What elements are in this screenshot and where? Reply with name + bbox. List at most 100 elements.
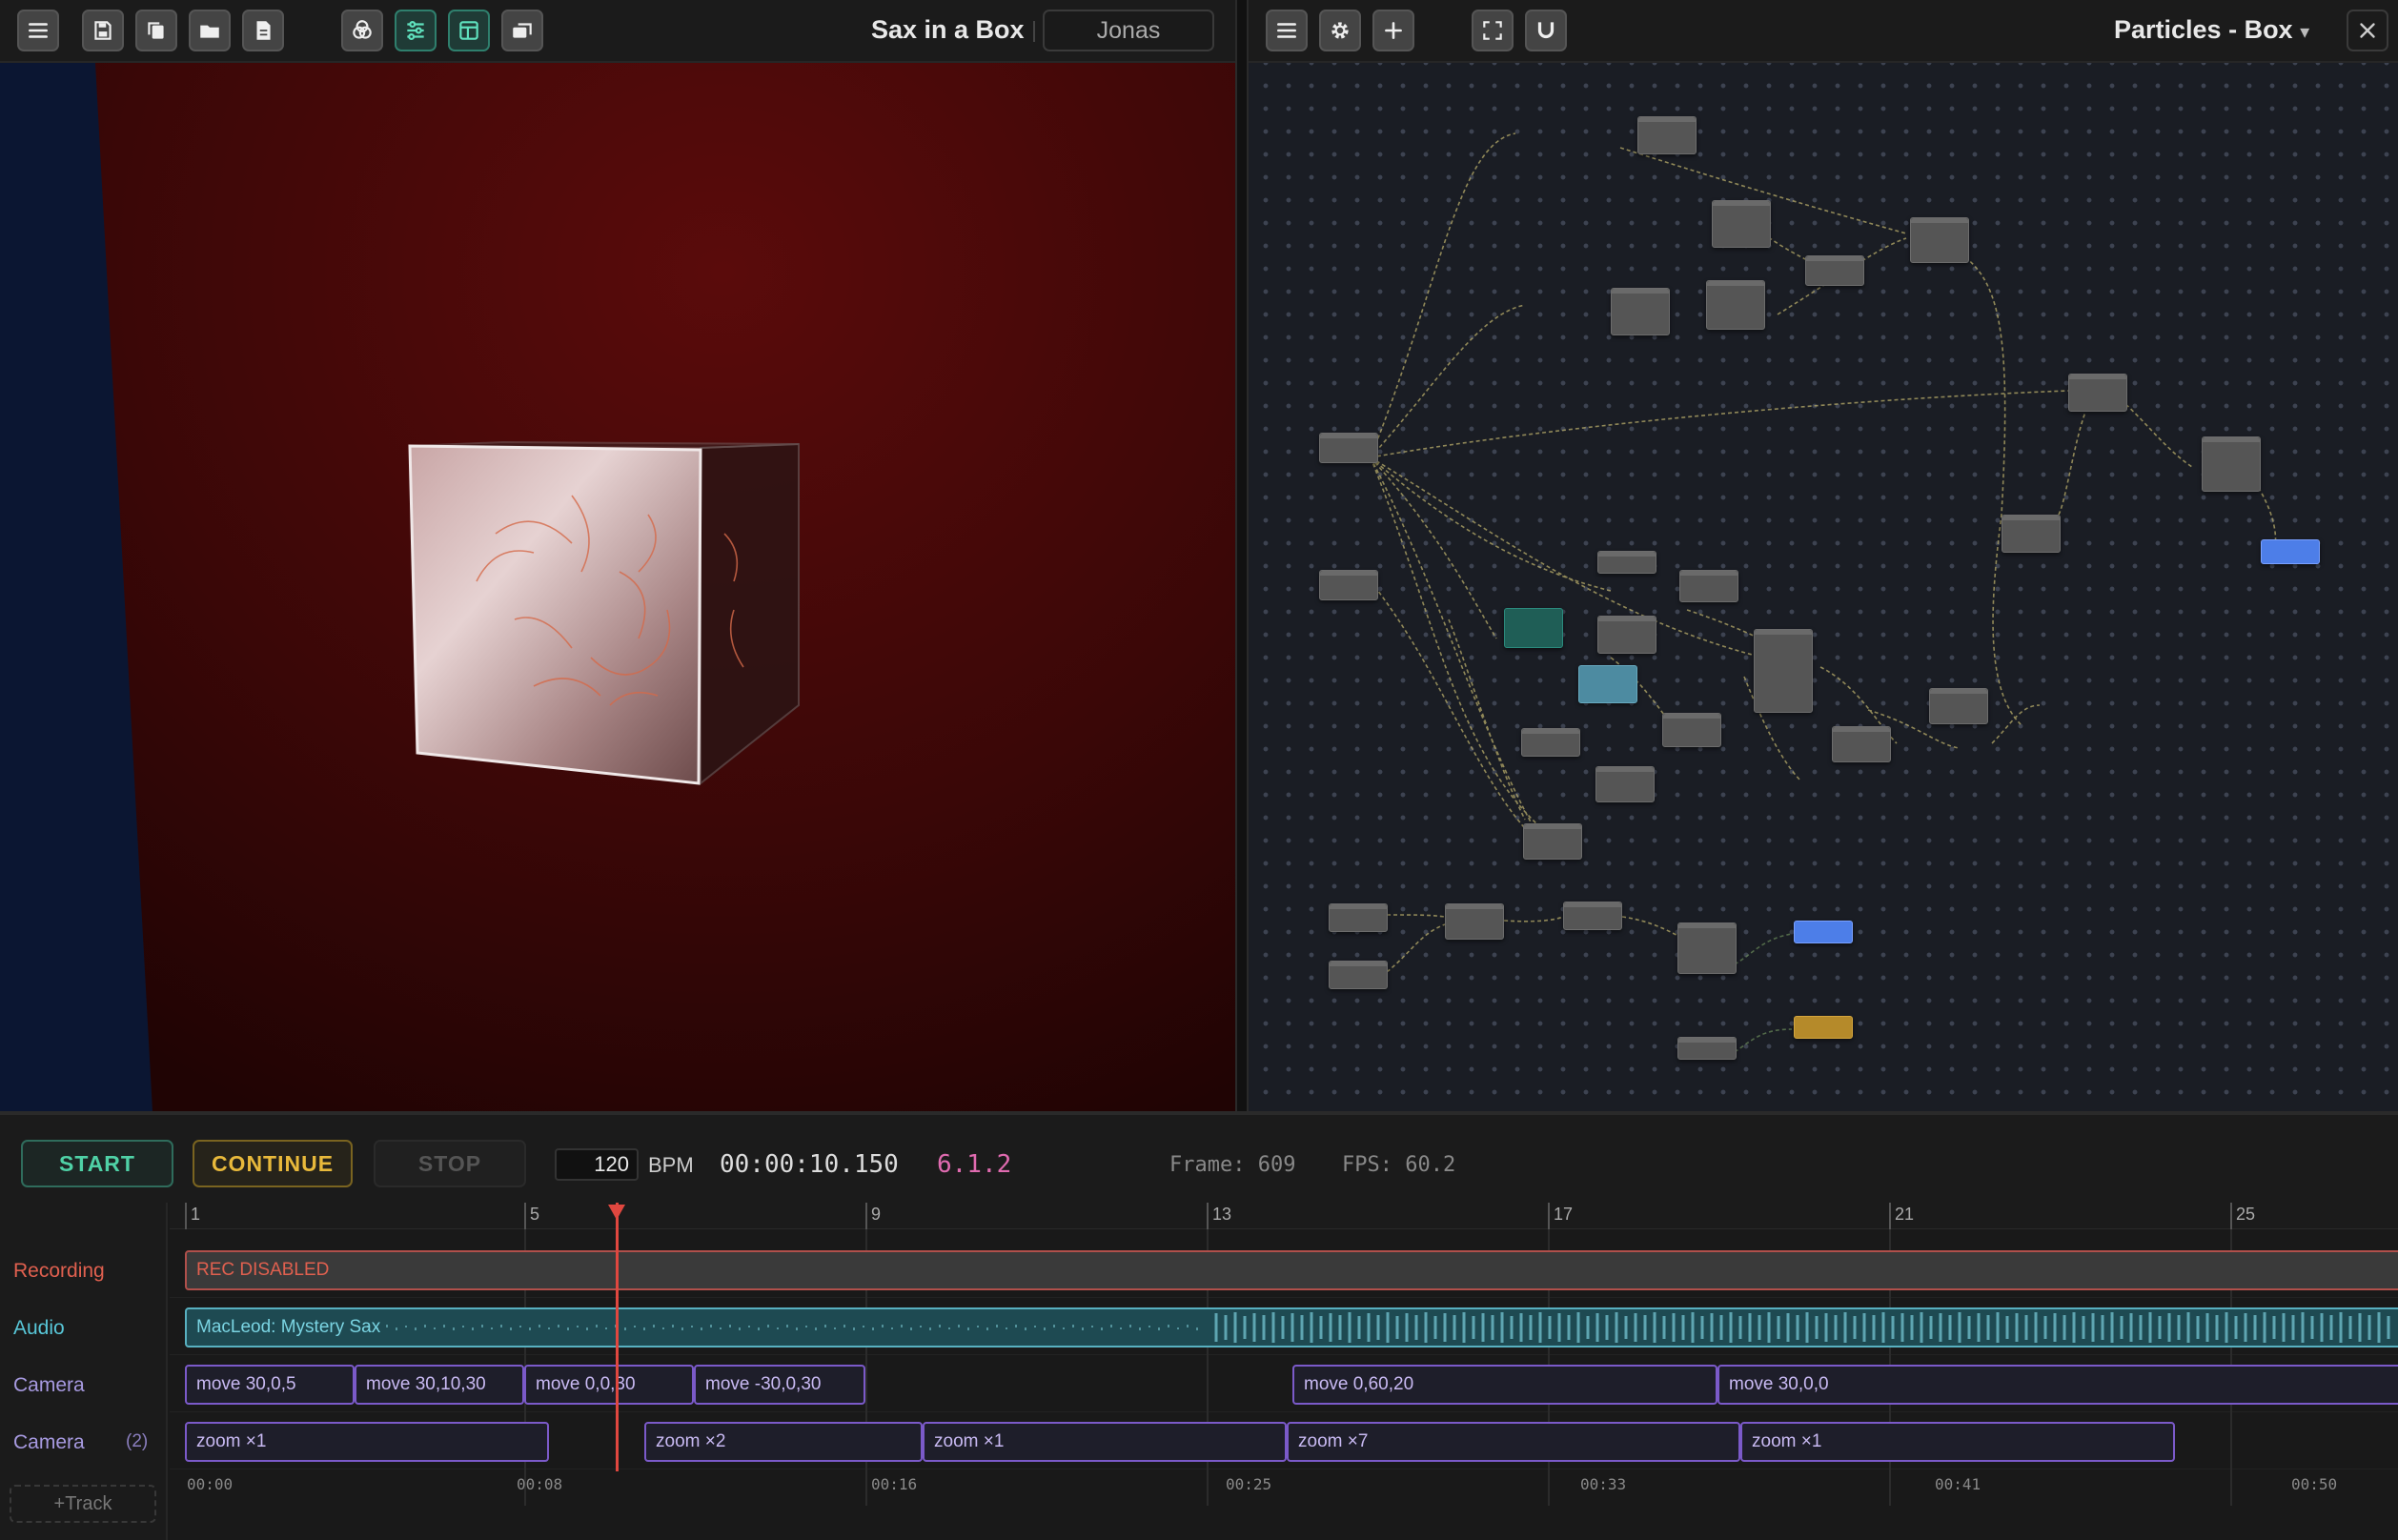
graph-node[interactable]	[2202, 436, 2261, 492]
graph-node[interactable]	[1677, 1037, 1737, 1060]
graph-node[interactable]	[1595, 766, 1655, 802]
zoom-clip[interactable]: zoom ×1	[185, 1422, 549, 1462]
pane-divider[interactable]	[1235, 0, 1249, 1111]
graph-node[interactable]	[1319, 570, 1378, 600]
gear-icon	[1331, 22, 1349, 39]
recording-clip[interactable]: REC DISABLED	[185, 1250, 2398, 1290]
graph-node[interactable]	[1523, 823, 1582, 860]
bpm-input[interactable]	[555, 1148, 639, 1181]
graph-menu-button[interactable]	[1266, 10, 1308, 51]
menu-button[interactable]	[17, 10, 59, 51]
graph-node[interactable]	[1319, 433, 1378, 463]
fit-view-button[interactable]	[1472, 10, 1514, 51]
zoom-clip[interactable]: zoom ×2	[644, 1422, 923, 1462]
ruler-label: 5	[530, 1205, 540, 1224]
ruler-tick	[185, 1203, 187, 1229]
timeline-ruler[interactable]	[170, 1203, 2398, 1229]
fullscreen-icon	[1483, 21, 1502, 40]
duplicate-button[interactable]	[135, 10, 177, 51]
ruler-label: 13	[1212, 1205, 1232, 1224]
graph-title[interactable]: Particles - Box ▾	[2114, 15, 2309, 45]
user-field[interactable]: Jonas	[1043, 10, 1214, 51]
timecode-label: 00:08	[517, 1475, 563, 1493]
document-icon	[256, 21, 271, 40]
save-icon	[94, 21, 112, 40]
graph-node[interactable]	[1677, 922, 1737, 974]
save-button[interactable]	[82, 10, 124, 51]
inspector-button[interactable]	[341, 10, 383, 51]
add-node-button[interactable]	[1372, 10, 1414, 51]
graph-node[interactable]	[1578, 665, 1637, 703]
graph-node[interactable]	[1712, 200, 1771, 248]
graph-settings-button[interactable]	[1319, 10, 1361, 51]
playhead-handle[interactable]	[608, 1205, 625, 1220]
graph-node[interactable]	[1611, 288, 1670, 335]
graph-output-node[interactable]	[2261, 539, 2320, 564]
plus-icon	[1385, 22, 1402, 39]
track-label-text: Camera	[13, 1431, 85, 1453]
open-button[interactable]	[189, 10, 231, 51]
scene-render	[0, 0, 1235, 1111]
graph-node[interactable]	[1910, 217, 1969, 263]
zoom-clip[interactable]: zoom ×7	[1287, 1422, 1740, 1462]
graph-node[interactable]	[1329, 903, 1388, 932]
camera-clip[interactable]: move 0,0,30	[524, 1365, 694, 1405]
graph-node[interactable]	[1563, 902, 1622, 930]
graph-node[interactable]	[1521, 728, 1580, 757]
graph-node[interactable]	[1832, 726, 1891, 762]
graph-wires	[1370, 132, 2277, 1053]
graph-node[interactable]	[1597, 551, 1656, 574]
start-button[interactable]: START	[21, 1140, 173, 1187]
stop-button[interactable]: STOP	[374, 1140, 526, 1187]
frame-readout: Frame: 609	[1169, 1153, 1296, 1177]
audio-clip[interactable]: MacLeod: Mystery Sax	[185, 1307, 2398, 1348]
graph-node[interactable]	[1597, 616, 1656, 654]
camera-clip[interactable]: move 30,0,0	[1717, 1365, 2398, 1405]
graph-node[interactable]	[2002, 515, 2061, 553]
graph-node[interactable]	[1679, 570, 1738, 602]
graph-node[interactable]	[1504, 608, 1563, 648]
zoom-clip[interactable]: zoom ×1	[923, 1422, 1287, 1462]
layout-button[interactable]	[448, 10, 490, 51]
graph-node[interactable]	[1445, 903, 1504, 940]
close-graph-button[interactable]	[2347, 10, 2388, 51]
track-label-recording[interactable]: Recording	[13, 1260, 105, 1283]
time-readout: 00:00:10.150	[720, 1150, 899, 1179]
new-button[interactable]	[242, 10, 284, 51]
graph-node[interactable]	[1329, 961, 1388, 989]
graph-node[interactable]	[1662, 713, 1721, 747]
graph-node[interactable]	[1706, 280, 1765, 330]
graph-node[interactable]	[1929, 688, 1988, 724]
graph-output-node[interactable]	[1794, 1016, 1853, 1039]
node-graph-editor[interactable]: Particles - Box ▾	[1249, 0, 2398, 1111]
camera-clip[interactable]: move -30,0,30	[694, 1365, 865, 1405]
snap-button[interactable]	[1525, 10, 1567, 51]
track-label-audio[interactable]: Audio	[13, 1317, 65, 1340]
ruler-label: 9	[871, 1205, 882, 1224]
track-label-camera[interactable]: Camera	[13, 1374, 85, 1397]
continue-button[interactable]: CONTINUE	[193, 1140, 353, 1187]
camera-clip[interactable]: move 30,0,5	[185, 1365, 355, 1405]
graph-node[interactable]	[1805, 255, 1864, 286]
graph-output-node[interactable]	[1794, 921, 1853, 943]
graph-node[interactable]	[1637, 116, 1697, 154]
windows-button[interactable]	[501, 10, 543, 51]
add-track-button[interactable]: +Track	[10, 1485, 156, 1523]
ruler-tick	[1207, 1203, 1209, 1229]
graph-node[interactable]	[2068, 374, 2127, 412]
controls-button[interactable]	[395, 10, 437, 51]
render-viewport[interactable]: Sax in a Box Jonas	[0, 0, 1235, 1111]
audio-clip-label: MacLeod: Mystery Sax	[196, 1317, 381, 1337]
camera-clip[interactable]: move 30,10,30	[355, 1365, 524, 1405]
folder-icon	[200, 25, 219, 38]
playhead[interactable]	[616, 1203, 619, 1471]
graph-title-text: Particles - Box	[2114, 15, 2293, 44]
viewport-toolbar: Sax in a Box Jonas	[0, 0, 1235, 63]
track-label-camera-2[interactable]: Camera (2)	[13, 1431, 148, 1454]
camera-clip[interactable]: move 0,60,20	[1292, 1365, 1717, 1405]
timeline-lanes[interactable]: 1 5 9 13 17 21 25 REC DISABLED MacLeod: …	[170, 1203, 2398, 1540]
zoom-clip[interactable]: zoom ×1	[1740, 1422, 2175, 1462]
graph-node[interactable]	[1754, 629, 1813, 713]
close-icon	[2360, 23, 2375, 38]
bar-position-readout: 6.1.2	[937, 1150, 1012, 1179]
